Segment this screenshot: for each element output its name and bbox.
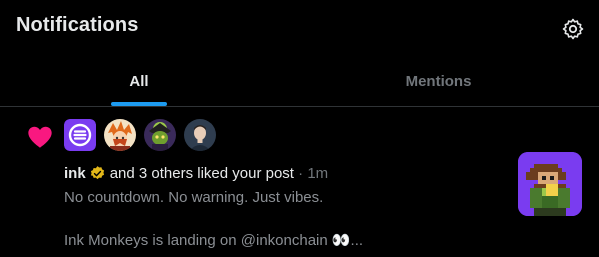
post-preview-line-2: Ink Monkeys is landing on @inkonchain 👀.… — [64, 232, 364, 249]
liker-avatars — [64, 119, 216, 151]
tab-all[interactable]: All — [0, 56, 278, 106]
actor-name[interactable]: ink — [64, 165, 86, 182]
gear-icon[interactable] — [561, 17, 585, 41]
green-mask-avatar[interactable] — [144, 119, 176, 151]
separator: · — [298, 165, 304, 182]
verified-badge-icon — [89, 165, 106, 182]
post-preview-line-1: No countdown. No warning. Just vibes. — [64, 189, 324, 206]
portrait-avatar[interactable] — [184, 119, 216, 151]
pixel-monkey-image[interactable] — [518, 152, 582, 216]
timestamp: 1m — [307, 165, 329, 182]
tab-bar: All Mentions — [0, 56, 599, 107]
ink-logo-avatar[interactable] — [64, 119, 96, 151]
tab-mentions[interactable]: Mentions — [278, 56, 599, 106]
action-text: and 3 others liked your post — [109, 165, 294, 182]
page-title: Notifications — [16, 14, 139, 36]
tab-all-label: All — [129, 72, 149, 90]
tab-mentions-label: Mentions — [405, 72, 472, 90]
active-tab-indicator — [111, 102, 167, 106]
notification-text: ink and 3 others liked your post · 1m — [64, 165, 328, 182]
notification-item[interactable]: ink and 3 others liked your post · 1m No… — [0, 107, 599, 257]
anime-character-avatar[interactable] — [104, 119, 136, 151]
header: Notifications — [0, 0, 599, 56]
heart-icon — [26, 123, 54, 151]
